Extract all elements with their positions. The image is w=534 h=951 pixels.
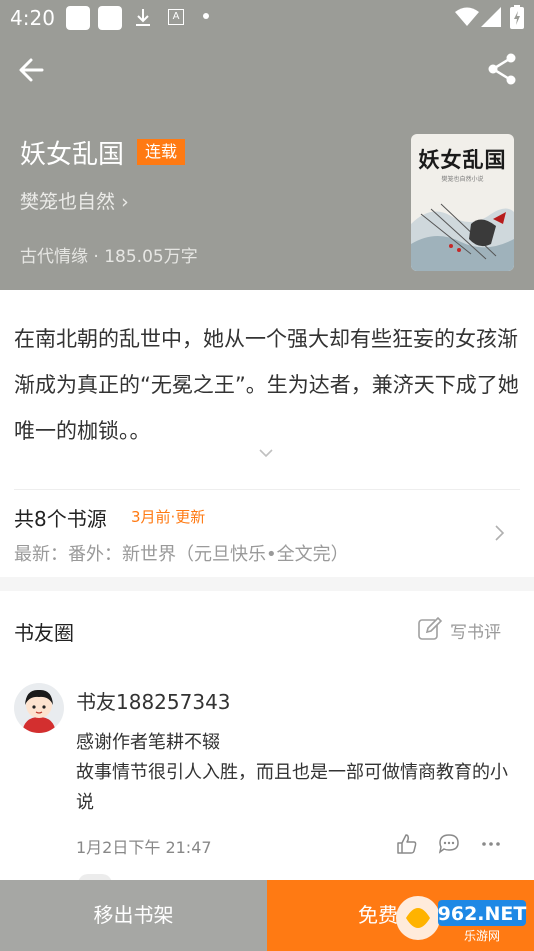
section-gap <box>0 577 534 591</box>
edit-icon <box>418 616 443 640</box>
divider <box>14 489 520 490</box>
source-count: 共8个书源 <box>14 507 107 531</box>
write-review-label: 写书评 <box>450 623 501 643</box>
book-meta: 古代情缘 · 185.05万字 <box>20 247 198 267</box>
wifi-icon <box>455 7 479 26</box>
dot-icon <box>203 13 209 19</box>
book-title: 妖女乱国 <box>20 140 125 170</box>
book-header: 4:20 A 妖女乱国 连载 樊笼也自然 › 古代情缘 · 185.05万字 妖… <box>0 0 534 290</box>
chevron-right-icon <box>495 525 505 541</box>
avatar[interactable] <box>14 683 64 733</box>
status-bar: 4:20 A <box>0 0 534 36</box>
status-time: 4:20 <box>10 6 55 30</box>
download-icon <box>136 9 150 26</box>
comment-line: 故事情节很引人入胜，而且也是一部可做情商教育的小说 <box>76 762 508 813</box>
comment-text: 感谢作者笔耕不辍 故事情节很引人入胜，而且也是一部可做情商教育的小说 <box>76 728 522 818</box>
chevron-down-icon[interactable] <box>256 446 276 460</box>
notification-icon <box>98 6 122 30</box>
status-badge: 连载 <box>137 139 186 165</box>
source-updated: 3月前·更新 <box>131 508 206 526</box>
notification-icon <box>66 6 90 30</box>
thumbs-up-icon[interactable] <box>396 833 418 855</box>
cover-illustration <box>411 203 514 271</box>
latest-chapter: 最新：番外：新世界（元旦快乐•全文完） <box>14 544 349 565</box>
author-link[interactable]: 樊笼也自然 › <box>20 187 129 214</box>
cover-title: 妖女乱国 <box>418 147 507 172</box>
watermark-logo: 962.NET 乐游网 <box>394 892 528 944</box>
battery-icon <box>510 5 524 29</box>
remove-from-shelf-button[interactable]: 移出书架 <box>0 880 267 951</box>
comment-time: 1月2日下午 21:47 <box>76 838 212 857</box>
back-icon[interactable] <box>16 54 48 86</box>
section-title: 书友圈 <box>14 621 74 645</box>
author-name: 樊笼也自然 <box>20 191 116 213</box>
watermark-text: 962.NET <box>438 903 527 925</box>
comment-user[interactable]: 书友188257343 <box>76 686 231 715</box>
share-icon[interactable] <box>486 52 518 86</box>
more-icon[interactable] <box>480 833 502 855</box>
watermark-subtext: 乐游网 <box>464 929 500 943</box>
comment-line: 感谢作者笔耕不辍 <box>76 732 220 753</box>
free-read-label: 免费 <box>358 903 398 927</box>
comment-icon[interactable] <box>438 833 460 855</box>
chevron-right-icon: › <box>121 191 129 213</box>
a-icon: A <box>168 9 184 25</box>
signal-icon <box>481 7 501 27</box>
book-description: 在南北朝的乱世中，她从一个强大却有些狂妄的女孩渐渐成为真正的“无冕之王”。生为达… <box>14 327 519 443</box>
book-cover[interactable]: 妖女乱国 樊笼也自然小说 <box>411 134 514 271</box>
cover-subtitle: 樊笼也自然小说 <box>441 176 484 183</box>
